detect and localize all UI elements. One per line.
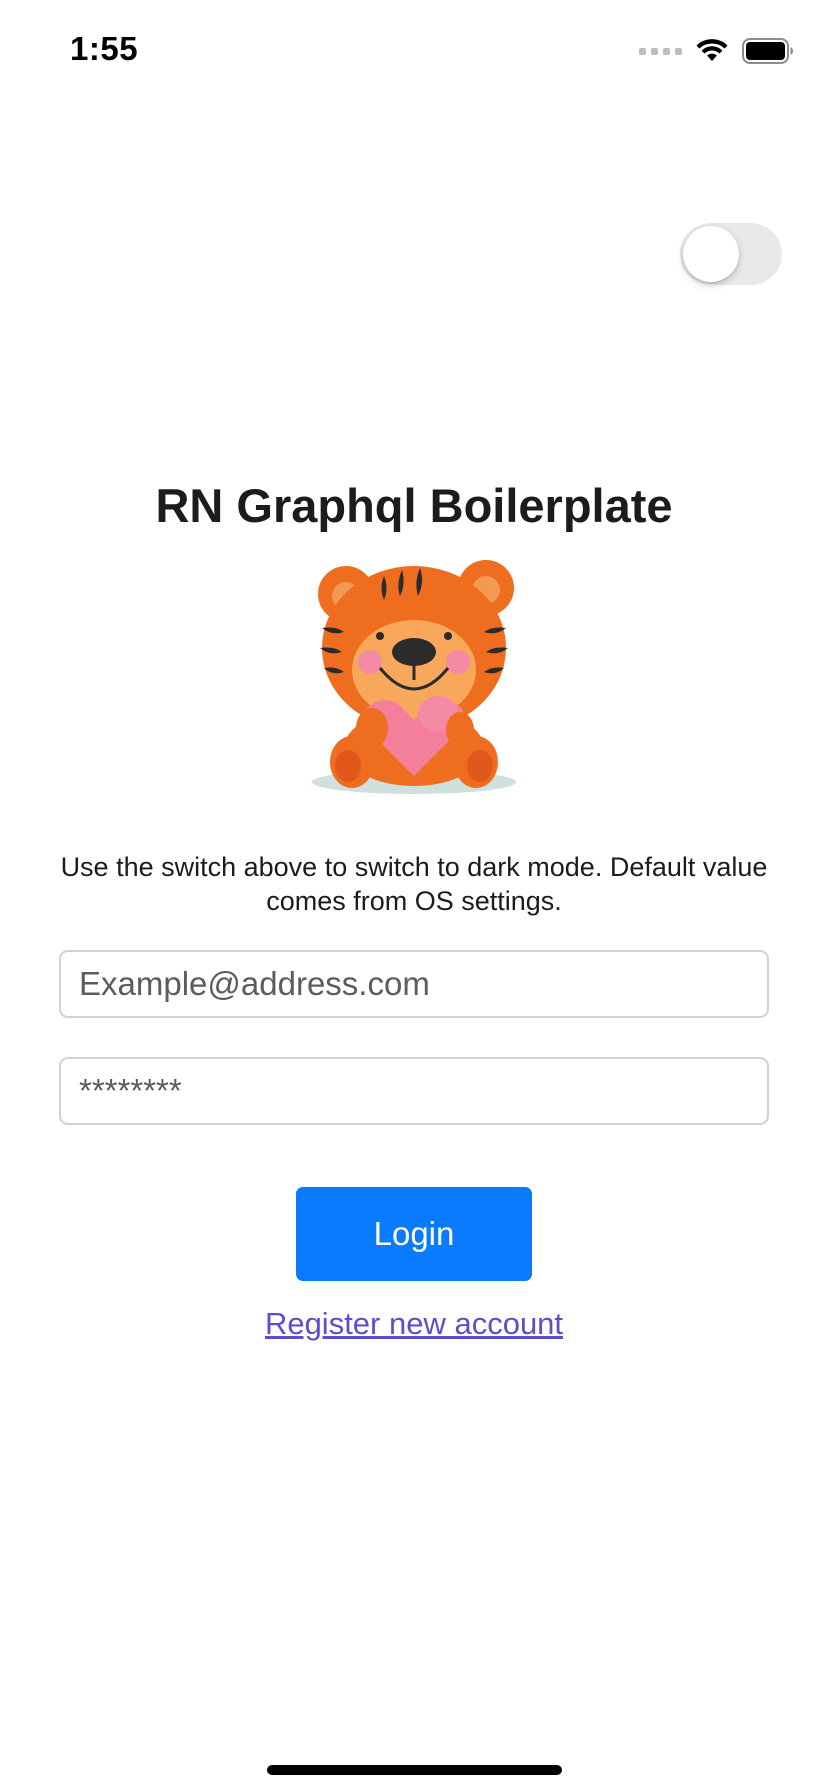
dark-mode-toggle[interactable]: [680, 223, 782, 285]
wifi-icon: [696, 39, 728, 61]
dark-mode-hint: Use the switch above to switch to dark m…: [60, 852, 768, 916]
login-button[interactable]: Login: [296, 1187, 532, 1281]
password-field-wrapper: [59, 1057, 769, 1125]
status-bar: 1:55: [0, 0, 828, 100]
password-field[interactable]: [61, 1059, 767, 1123]
app-title: RN Graphql Boilerplate: [155, 479, 673, 532]
register-link-container: Register new account: [0, 1304, 828, 1344]
status-icons: [639, 36, 794, 66]
status-time: 1:55: [70, 30, 139, 67]
email-field[interactable]: [61, 952, 767, 1016]
tiger-mascot-icon: [312, 560, 516, 794]
battery-icon: [742, 38, 793, 64]
email-field-wrapper: [59, 950, 769, 1018]
home-indicator: [267, 1765, 562, 1775]
register-link[interactable]: Register new account: [265, 1306, 563, 1341]
toggle-knob: [683, 226, 739, 282]
cellular-signal-icon: [639, 47, 682, 55]
